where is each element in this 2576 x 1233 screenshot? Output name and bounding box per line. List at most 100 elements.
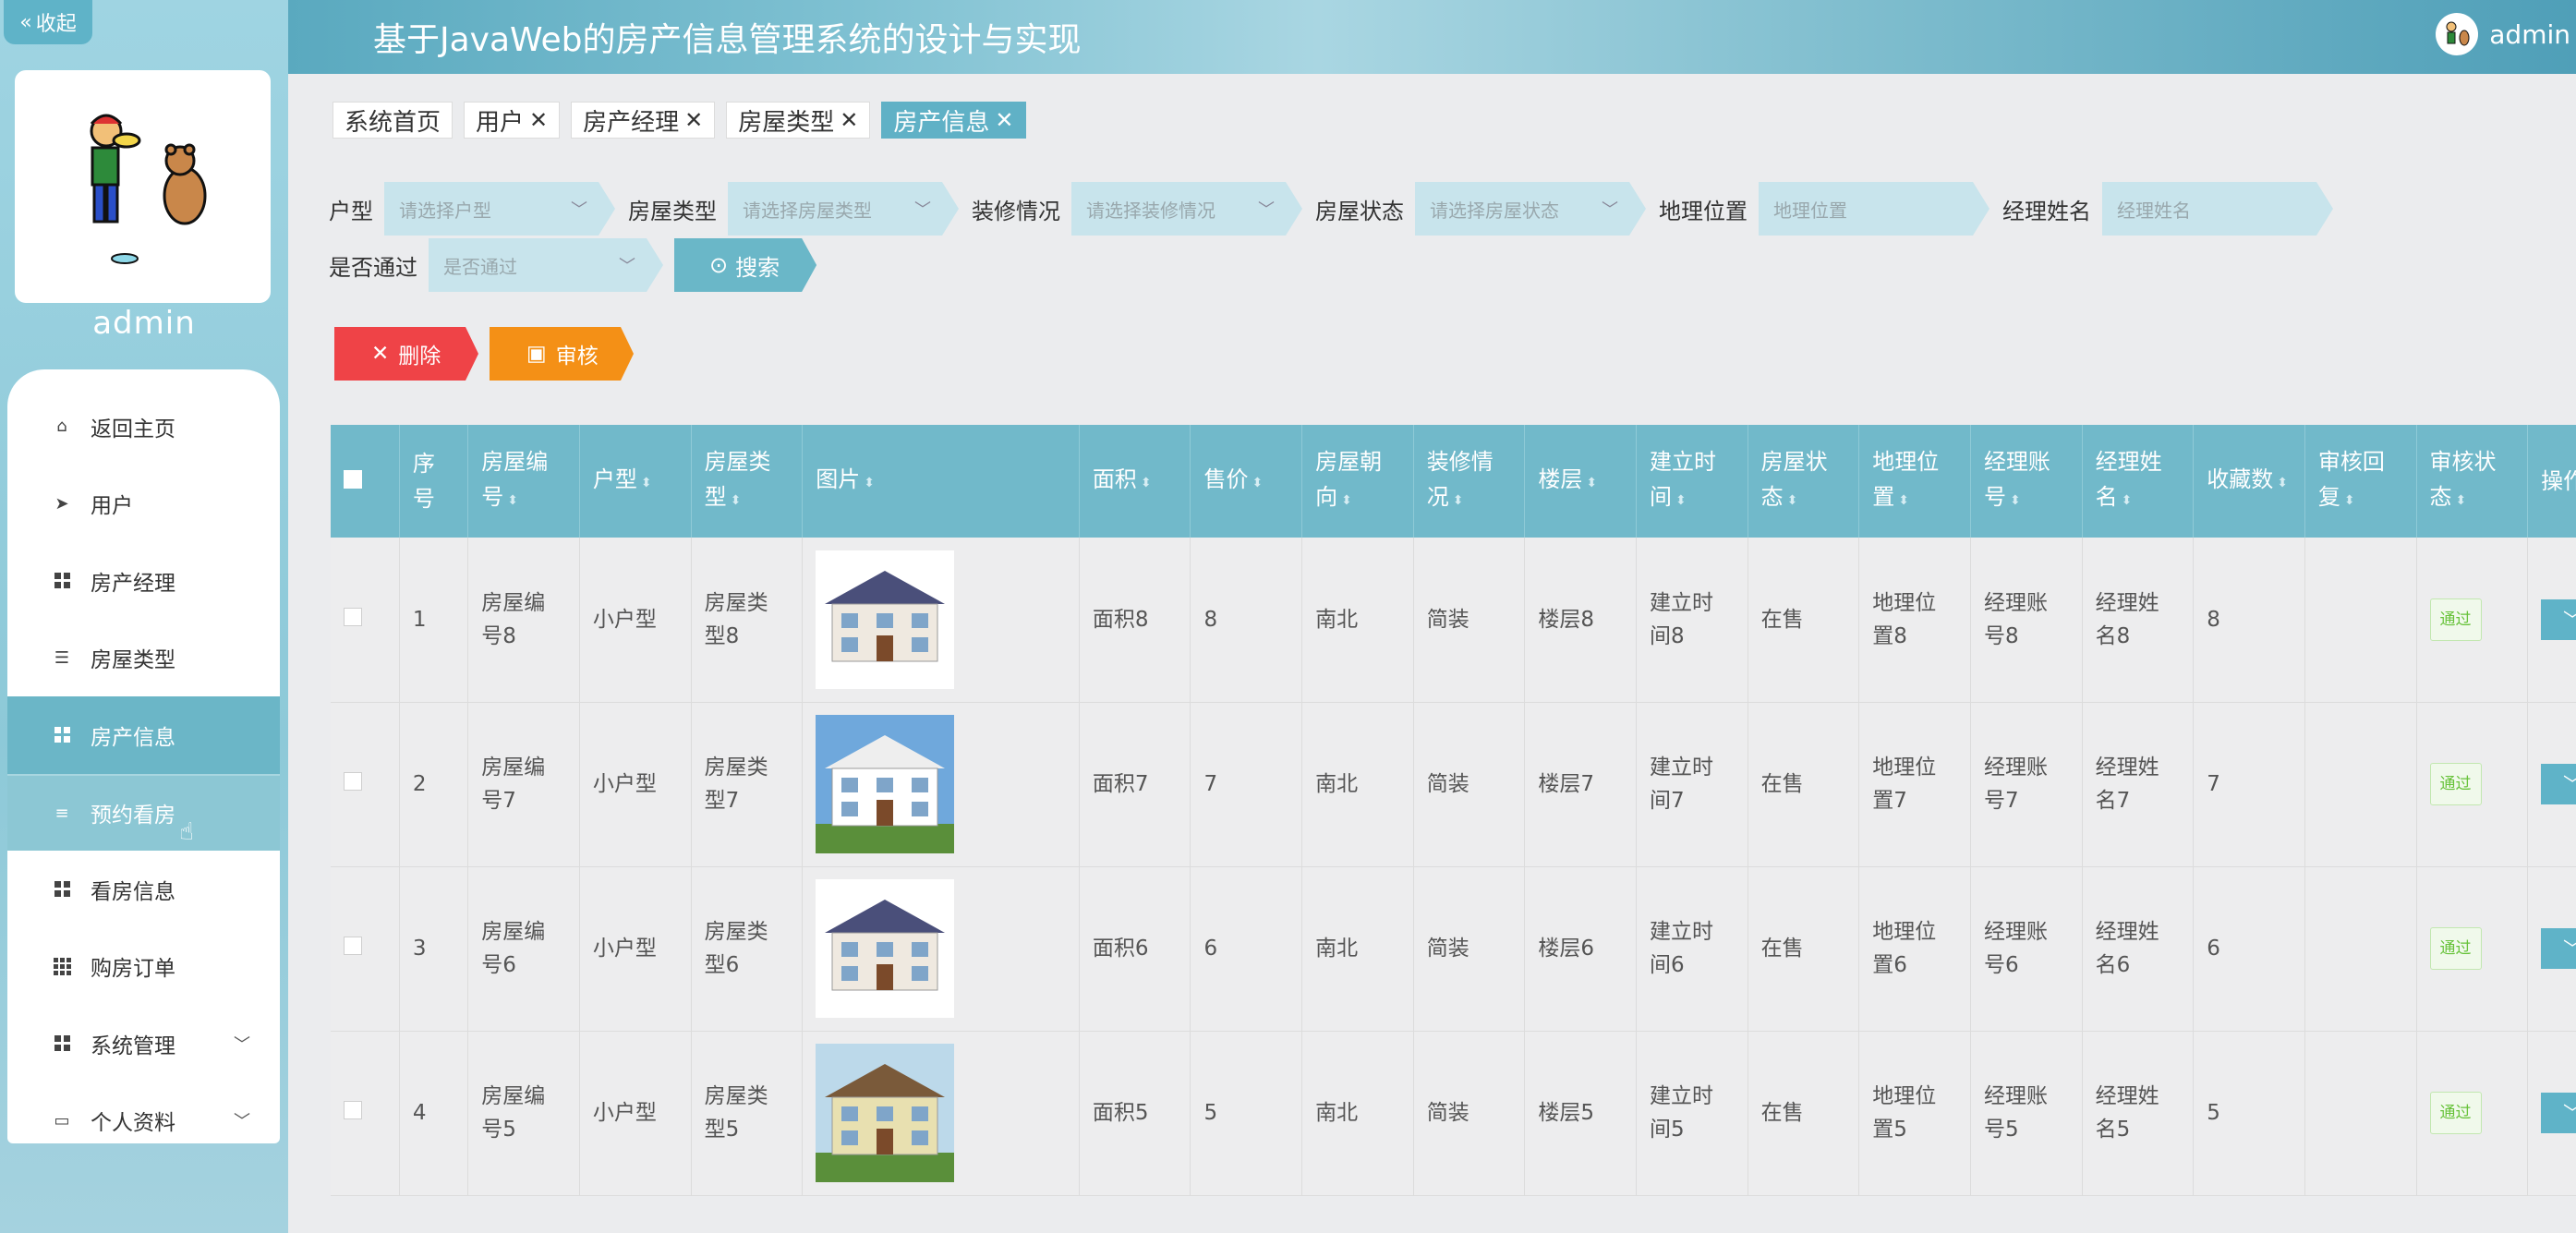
sidebar-item-appointment[interactable]: ≡ 预约看房 ☝ <box>7 773 280 851</box>
row-checkbox[interactable] <box>344 607 362 626</box>
column-header[interactable]: 房屋类型 ⬍ <box>691 425 804 538</box>
cell-shoujia: 5 <box>1190 1031 1303 1196</box>
header-user-menu[interactable]: admin <box>2436 9 2576 59</box>
sidebar-item-house-type[interactable]: ☰ 房屋类型 <box>7 620 280 697</box>
house-image[interactable] <box>816 715 1066 853</box>
collapse-label: 收起 <box>35 13 77 36</box>
table-row[interactable]: 2 房屋编号7 小户型 房屋类型7 面积7 7 南北 简装 楼层7 建立时间7 在售 地理位置7 经理… <box>331 702 2576 867</box>
search-button[interactable]: ⊙ 搜索 <box>674 238 816 292</box>
column-header[interactable]: 房屋朝向 ⬍ <box>1301 425 1414 538</box>
column-header[interactable]: 序号 <box>399 425 469 538</box>
chevron-down-icon: ﹀ <box>1258 200 1275 220</box>
cell-louceng: 楼层8 <box>1524 538 1638 703</box>
house-image[interactable] <box>816 1044 1066 1182</box>
cell-xingming: 经理姓名5 <box>2082 1031 2195 1196</box>
column-header[interactable]: 图片 ⬍ <box>802 425 1080 538</box>
sidebar-item-label: 购房订单 <box>91 957 175 982</box>
cell-jianli: 建立时间5 <box>1636 1031 1748 1196</box>
column-header[interactable]: 审核状态 ⬍ <box>2416 425 2529 538</box>
sort-icon: ⬍ <box>2455 493 2467 508</box>
row-checkbox[interactable] <box>344 772 362 791</box>
grid-icon <box>52 725 72 745</box>
detail-button[interactable]: ﹀ <box>2541 598 2576 640</box>
chevron-down-icon: ﹀ <box>571 200 587 220</box>
row-checkbox[interactable] <box>344 1101 362 1119</box>
cell-weizhi: 地理位置8 <box>1858 538 1971 703</box>
sidebar-item-manager[interactable]: 房产经理 <box>7 542 280 620</box>
decoration-select[interactable]: 请选择装修情况 ﹀ <box>1071 182 1302 236</box>
tab-manager[interactable]: 房产经理 ✕ <box>571 102 716 139</box>
location-input[interactable]: 地理位置 <box>1759 182 1989 236</box>
close-icon[interactable]: ✕ <box>529 107 548 133</box>
sidebar-item-profile[interactable]: ▭ 个人资料 ﹀ <box>7 1082 280 1160</box>
sidebar-item-orders[interactable]: 购房订单 <box>7 928 280 1006</box>
cell-image <box>802 1031 1080 1196</box>
column-header[interactable]: 经理姓名 ⬍ <box>2082 425 2195 538</box>
cell-louceng: 楼层7 <box>1524 702 1638 867</box>
manager-name-input[interactable]: 经理姓名 <box>2102 182 2333 236</box>
cell-zhuangxiu: 简装 <box>1413 538 1526 703</box>
chevron-down-icon: ﹀ <box>2563 773 2576 795</box>
house-image[interactable] <box>816 550 1066 689</box>
row-checkbox[interactable] <box>344 937 362 955</box>
chevron-down-icon: ﹀ <box>619 257 635 276</box>
column-header[interactable]: 房屋状态 ⬍ <box>1748 425 1860 538</box>
chevron-down-icon: ﹀ <box>234 1034 250 1055</box>
sidebar-item-viewing[interactable]: 看房信息 <box>7 851 280 928</box>
header-username: admin <box>2489 18 2570 50</box>
select-all-checkbox[interactable] <box>344 470 362 489</box>
sidebar-item-user[interactable]: ➤ 用户 <box>7 465 280 543</box>
column-header[interactable]: 建立时间 ⬍ <box>1636 425 1748 538</box>
audit-button[interactable]: ▣ 审核 <box>490 327 634 381</box>
close-icon[interactable]: ✕ <box>840 107 858 133</box>
collapse-button[interactable]: « 收起 <box>4 0 92 44</box>
column-header[interactable]: 审核回复 ⬍ <box>2304 425 2417 538</box>
tab-house-type[interactable]: 房屋类型 ✕ <box>726 102 871 139</box>
column-header[interactable]: 装修情况 ⬍ <box>1413 425 1526 538</box>
cell-huifu <box>2304 538 2417 703</box>
house-type-select[interactable]: 请选择房屋类型 ﹀ <box>728 182 959 236</box>
column-header[interactable]: 面积 ⬍ <box>1079 425 1191 538</box>
column-header[interactable]: 楼层 ⬍ <box>1524 425 1638 538</box>
column-header[interactable]: 户型 ⬍ <box>579 425 692 538</box>
table-row[interactable]: 3 房屋编号6 小户型 房屋类型6 面积6 6 南北 简装 楼层6 建立时间6 在售 地理位置6 经理… <box>331 866 2576 1032</box>
cell-audit-status: 通过 <box>2416 702 2529 867</box>
detail-button[interactable]: ﹀ <box>2541 928 2576 969</box>
select-placeholder: 请选择房屋类型 <box>743 199 872 222</box>
house-image[interactable] <box>816 879 1066 1018</box>
filter-label: 经理姓名 <box>2002 198 2091 224</box>
sidebar-item-home[interactable]: ⌂ 返回主页 <box>7 388 280 465</box>
sort-icon: ⬍ <box>2343 493 2355 508</box>
delete-button-label: 删除 <box>398 345 441 369</box>
detail-button[interactable]: ﹀ <box>2541 1093 2576 1133</box>
close-icon[interactable]: ✕ <box>995 107 1013 133</box>
cell-jianli: 建立时间8 <box>1636 538 1748 703</box>
sort-icon: ⬍ <box>2277 476 2288 490</box>
cell-huxing: 小户型 <box>579 538 692 703</box>
column-header[interactable]: 房屋编号 ⬍ <box>467 425 580 538</box>
approved-select[interactable]: 是否通过 ﹀ <box>429 238 663 292</box>
huxing-select[interactable]: 请选择户型 ﹀ <box>384 182 615 236</box>
column-header[interactable]: 售价 ⬍ <box>1190 425 1303 538</box>
cell-bianhao: 房屋编号7 <box>467 702 580 867</box>
tab-user[interactable]: 用户 ✕ <box>464 102 561 139</box>
sidebar-item-house-info[interactable]: 房产信息 <box>7 696 280 774</box>
tab-home[interactable]: 系统首页 <box>333 102 454 139</box>
column-header[interactable]: 经理账号 ⬍ <box>1970 425 2083 538</box>
delete-button[interactable]: ✕ 删除 <box>334 327 478 381</box>
header-label: 操作 <box>2541 468 2576 494</box>
detail-button[interactable]: ﹀ <box>2541 764 2576 804</box>
close-icon[interactable]: ✕ <box>684 107 703 133</box>
cell-no: 4 <box>399 1031 469 1196</box>
tab-house-info[interactable]: 房产信息 ✕ <box>881 102 1026 139</box>
status-select[interactable]: 请选择房屋状态 ﹀ <box>1415 182 1646 236</box>
column-header[interactable]: 收藏数 ⬍ <box>2193 425 2305 538</box>
table-row[interactable]: 1 房屋编号8 小户型 房屋类型8 面积8 8 南北 简装 楼层8 建立时间8 在售 地理位置8 经理… <box>331 538 2576 703</box>
table-row[interactable]: 4 房屋编号5 小户型 房屋类型5 面积5 5 南北 简装 楼层5 建立时间5 在售 地理位置5 经理… <box>331 1031 2576 1196</box>
column-header[interactable]: 地理位置 ⬍ <box>1858 425 1971 538</box>
sort-icon: ⬍ <box>1140 476 1152 490</box>
sidebar-item-system[interactable]: 系统管理 ﹀ <box>7 1005 280 1082</box>
check-circle-icon: ⊙ <box>709 252 729 278</box>
cell-huxing: 小户型 <box>579 702 692 867</box>
cell-huxing: 小户型 <box>579 1031 692 1196</box>
